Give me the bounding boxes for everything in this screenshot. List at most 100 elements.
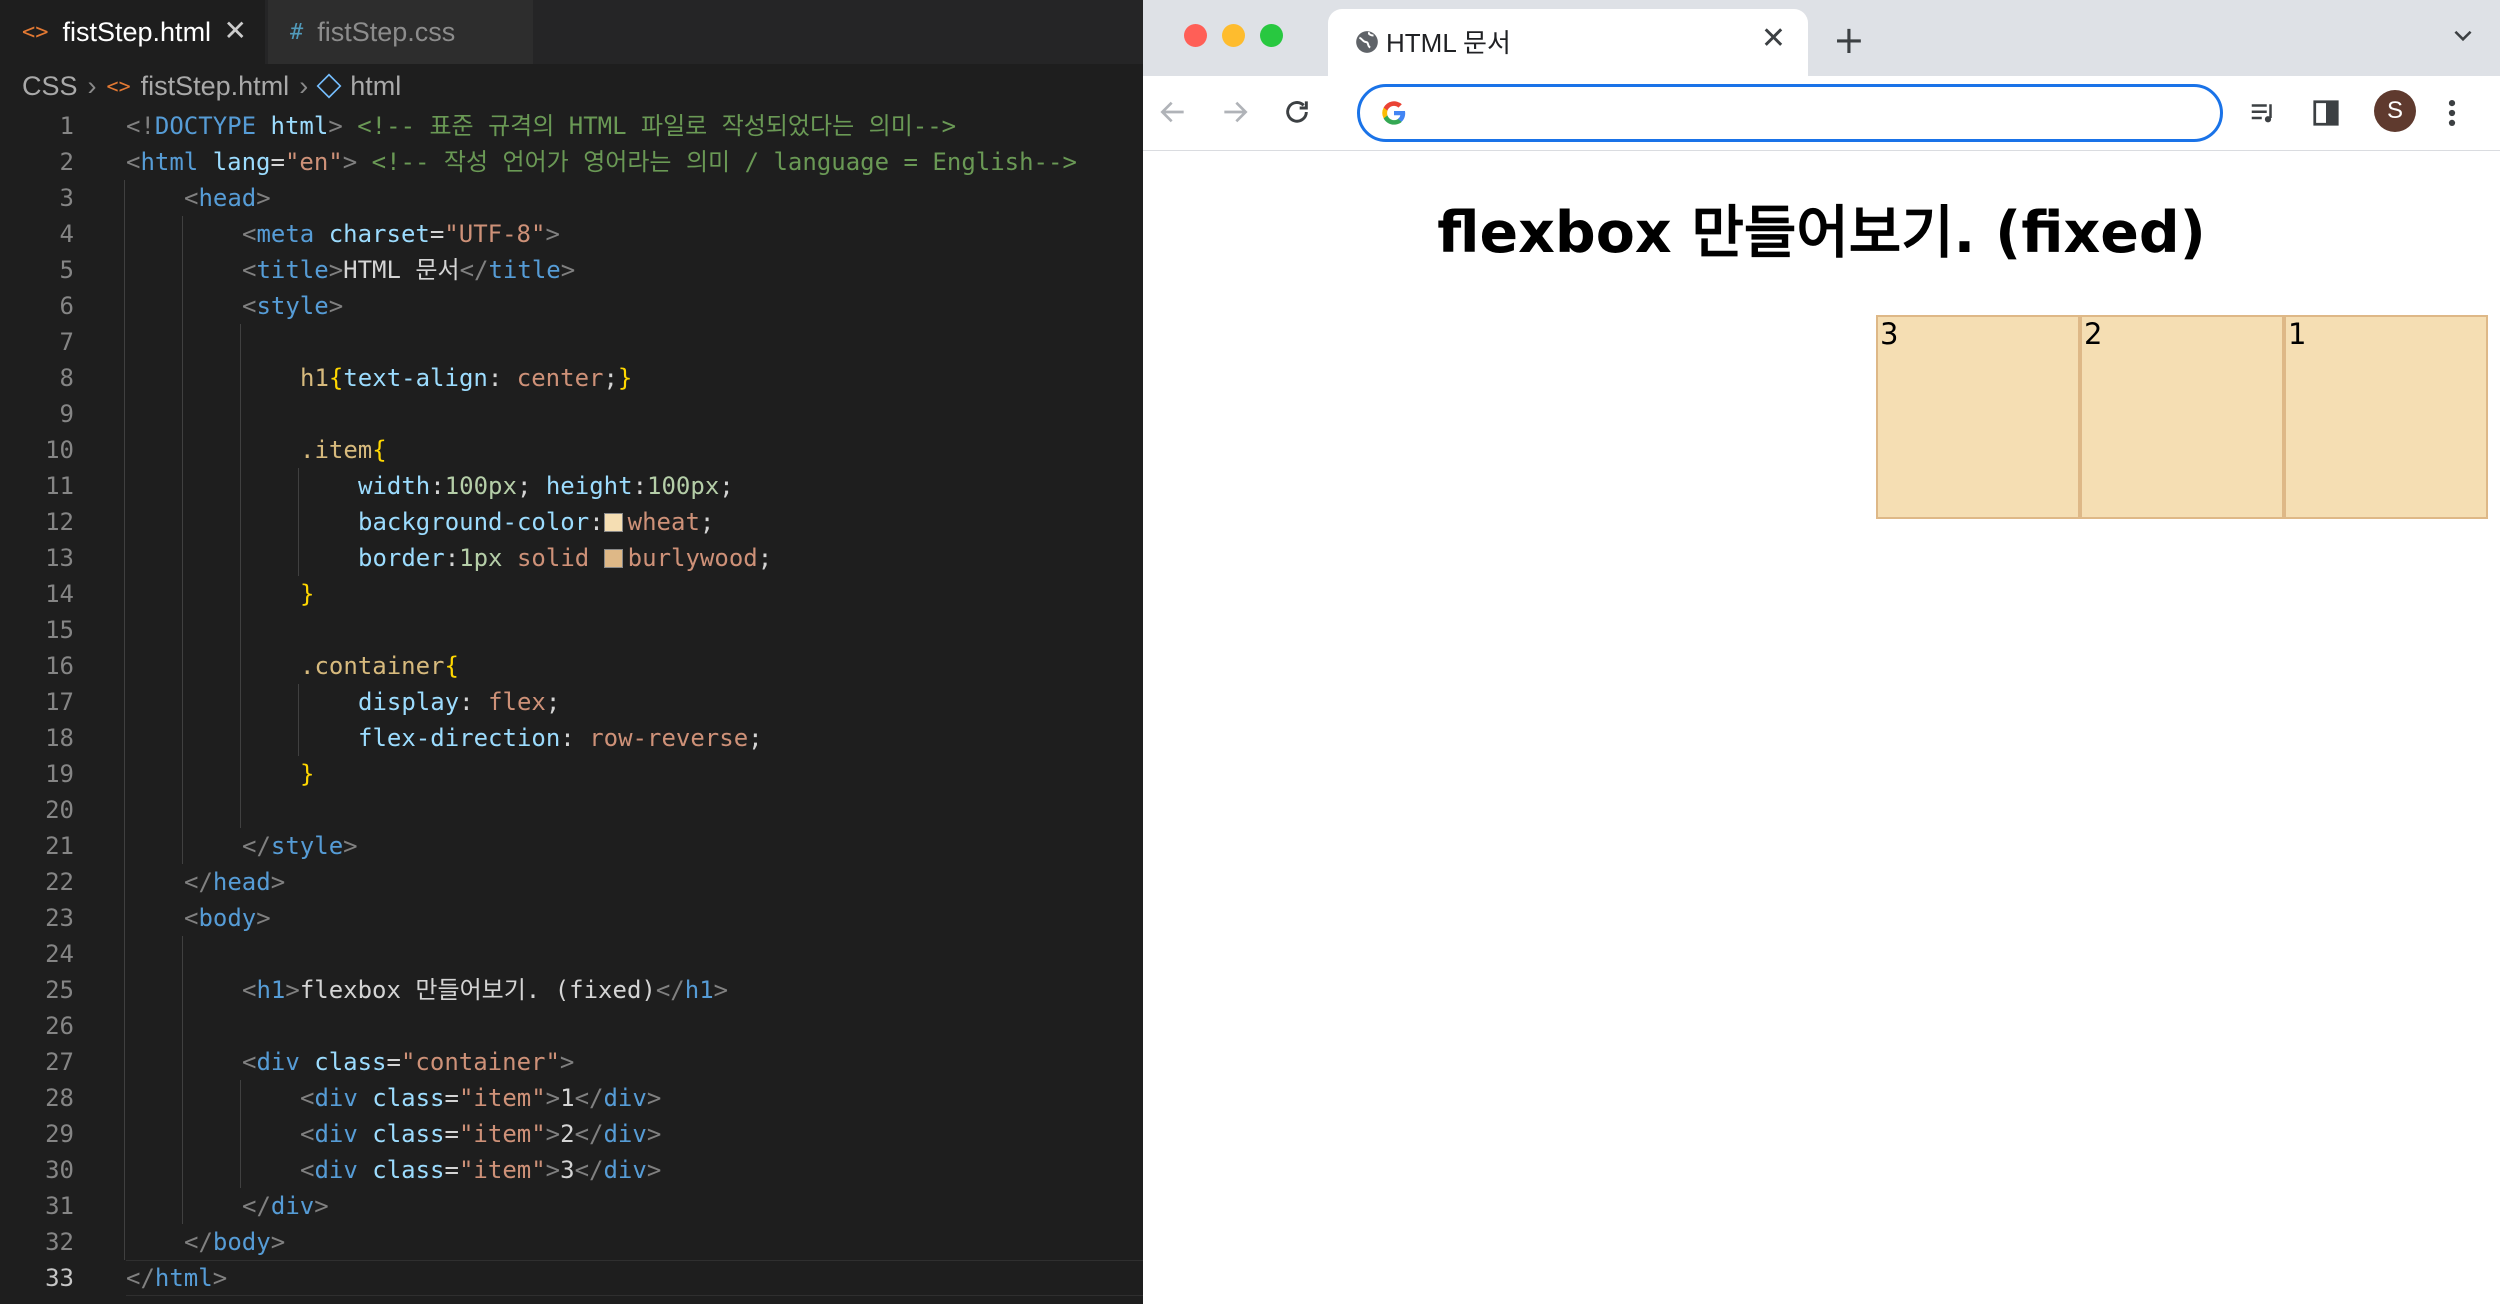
code-token: body	[212, 1228, 271, 1256]
code-line[interactable]: 21 </style>	[0, 828, 1143, 864]
breadcrumb-item[interactable]: CSS	[22, 71, 78, 102]
code-token: HTML 문서	[343, 256, 460, 284]
code-token: meta	[256, 220, 315, 248]
code-token: >	[342, 148, 358, 176]
code-line[interactable]: 6 <style>	[0, 288, 1143, 324]
code-line[interactable]: 28 <div class="item">1</div>	[0, 1080, 1143, 1116]
code-line[interactable]: 29 <div class="item">2</div>	[0, 1116, 1143, 1152]
code-token: class	[357, 1084, 445, 1112]
code-text: <div class="item">1</div>	[300, 1080, 661, 1116]
line-number: 21	[45, 832, 74, 860]
code-line[interactable]: 32 </body>	[0, 1224, 1143, 1260]
flex-container: 1 2 3	[1876, 315, 2488, 520]
code-text: <style>	[242, 288, 343, 324]
code-token: div	[603, 1156, 647, 1184]
code-token: :	[430, 472, 445, 500]
browser-tab[interactable]: HTML 문서 ✕	[1328, 9, 1808, 76]
code-line[interactable]: 3 <head>	[0, 180, 1143, 216]
chevron-right-icon: ›	[299, 70, 309, 101]
code-token: <	[300, 1084, 315, 1112]
code-line[interactable]: 5 <title>HTML 문서</title>	[0, 252, 1143, 288]
maximize-window-button[interactable]	[1260, 24, 1283, 47]
code-line[interactable]: 27 <div class="container">	[0, 1044, 1143, 1080]
line-number: 13	[45, 544, 74, 572]
address-bar[interactable]	[1357, 84, 2223, 142]
code-line[interactable]: 9	[0, 396, 1143, 432]
code-token: div	[314, 1120, 358, 1148]
code-line[interactable]: 7	[0, 324, 1143, 360]
code-line[interactable]: 31 </div>	[0, 1188, 1143, 1224]
code-line[interactable]: 20	[0, 792, 1143, 828]
code-line[interactable]: 25 <h1>flexbox 만들어보기. (fixed)</h1>	[0, 972, 1143, 1008]
code-line[interactable]: 26	[0, 1008, 1143, 1044]
code-line[interactable]: 33 </html>	[0, 1260, 1143, 1296]
code-text: flex-direction: row-reverse;	[358, 720, 763, 756]
code-line[interactable]: 2 <html lang="en"> <!-- 작성 언어가 영어라는 의미 / …	[0, 144, 1143, 180]
code-token: =	[444, 1120, 459, 1148]
breadcrumb-item[interactable]: html	[350, 71, 401, 102]
code-editor[interactable]: <> fistStep.html ✕ # fistStep.css CSS › …	[0, 0, 1143, 1304]
code-token: h1	[256, 976, 286, 1004]
code-line[interactable]: 17 display: flex;	[0, 684, 1143, 720]
code-line[interactable]: 16 .container{	[0, 648, 1143, 684]
line-number: 30	[45, 1156, 74, 1184]
chevron-down-icon[interactable]	[2450, 22, 2476, 48]
code-token: >	[256, 184, 271, 212]
code-token: <	[242, 292, 257, 320]
new-tab-button[interactable]: +	[1833, 18, 1865, 62]
code-token: }	[617, 364, 633, 392]
code-token: <!	[126, 112, 155, 140]
code-line[interactable]: 30 <div class="item">3</div>	[0, 1152, 1143, 1188]
close-tab-icon[interactable]: ✕	[1761, 21, 1786, 56]
code-token: <	[242, 220, 257, 248]
code-line[interactable]: 22 </head>	[0, 864, 1143, 900]
code-token: head	[212, 868, 271, 896]
code-token: </	[184, 868, 213, 896]
reload-icon[interactable]	[1281, 96, 1313, 128]
code-line[interactable]: 18 flex-direction: row-reverse;	[0, 720, 1143, 756]
line-number: 27	[45, 1048, 74, 1076]
code-token: </	[242, 832, 271, 860]
code-line[interactable]: 14}	[0, 576, 1143, 612]
tab-fiststep-html[interactable]: <> fistStep.html ✕	[0, 0, 265, 64]
more-menu-icon[interactable]	[2445, 96, 2459, 130]
code-line[interactable]: 23 <body>	[0, 900, 1143, 936]
css-file-icon: #	[290, 19, 304, 45]
minimize-window-button[interactable]	[1222, 24, 1245, 47]
code-line[interactable]: 10 .item{	[0, 432, 1143, 468]
code-token: =	[386, 1048, 401, 1076]
code-line[interactable]: 13 border:1px solid burlywood;	[0, 540, 1143, 576]
tab-fiststep-css[interactable]: # fistStep.css	[268, 0, 533, 64]
side-panel-icon[interactable]	[2311, 98, 2341, 128]
code-line[interactable]: 24	[0, 936, 1143, 972]
code-line[interactable]: 19}	[0, 756, 1143, 792]
code-token: html	[140, 148, 199, 176]
color-swatch[interactable]	[603, 513, 623, 532]
line-number: 11	[45, 472, 74, 500]
line-number: 16	[45, 652, 74, 680]
breadcrumb-item[interactable]: fistStep.html	[141, 71, 290, 102]
color-swatch[interactable]	[603, 549, 623, 568]
close-tab-icon[interactable]: ✕	[224, 14, 247, 47]
code-token: "item"	[458, 1084, 546, 1112]
code-line[interactable]: 11 width:100px; height:100px;	[0, 468, 1143, 504]
line-number: 3	[59, 184, 74, 212]
code-line[interactable]: 1 <!DOCTYPE html> <!-- 표준 규격의 HTML 파일로 작성…	[0, 108, 1143, 144]
media-queue-icon[interactable]	[2246, 98, 2280, 128]
code-line[interactable]: 15	[0, 612, 1143, 648]
code-token: display	[358, 688, 460, 716]
line-number: 9	[59, 400, 74, 428]
back-arrow-icon[interactable]	[1157, 96, 1189, 128]
profile-avatar[interactable]: S	[2374, 90, 2416, 132]
code-token: >	[328, 112, 343, 140]
close-window-button[interactable]	[1184, 24, 1207, 47]
forward-arrow-icon[interactable]	[1219, 96, 1251, 128]
code-line[interactable]: 4 <meta charset="UTF-8">	[0, 216, 1143, 252]
code-line[interactable]: 8 h1{text-align: center;}	[0, 360, 1143, 396]
chevron-right-icon: ›	[87, 70, 97, 101]
code-token: {	[372, 436, 387, 464]
code-token: :	[632, 472, 648, 500]
code-line[interactable]: 12 background-color: wheat;	[0, 504, 1143, 540]
code-token: }	[300, 580, 315, 608]
code-token: h1	[300, 364, 329, 392]
